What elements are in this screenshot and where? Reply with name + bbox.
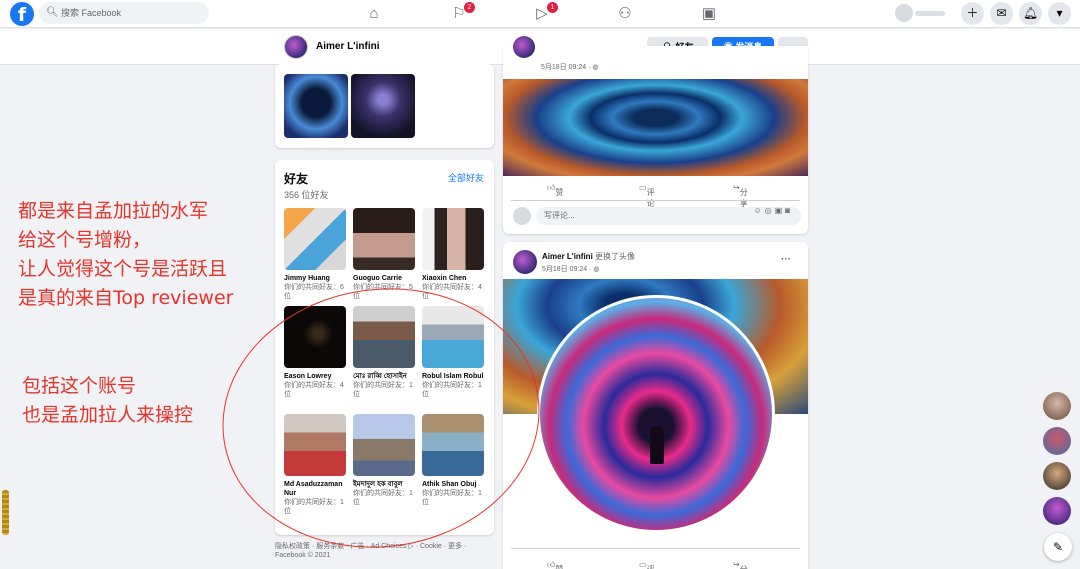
footer-copyright: Facebook © 2021: [275, 552, 331, 559]
annotation-line: 给这个号增粉，: [18, 229, 152, 251]
profile-avatar[interactable]: [284, 35, 308, 59]
post-card: Aimer L'infini 更换了头像 5月18日 09:24 · ◍ ···…: [503, 242, 808, 569]
contact-avatar[interactable]: [1043, 392, 1071, 420]
like-button[interactable]: 👍︎ 赞: [547, 183, 563, 197]
emoji-camera-gif-sticker-icons[interactable]: ☺◎▣◙: [753, 206, 793, 215]
friend-item[interactable]: Xiaoxin Chen 你们的共同好友：4 位: [422, 208, 486, 301]
profile-name-placeholder: [915, 11, 945, 16]
contact-avatar[interactable]: [1043, 462, 1071, 490]
avatar: [895, 4, 913, 22]
home-icon[interactable]: ⌂: [364, 4, 384, 24]
annotation-line: 包括这个账号: [22, 375, 137, 397]
annotation-line: 都是来自孟加拉的水军: [18, 200, 209, 222]
post-author-line: Aimer L'infini 更换了头像: [542, 251, 635, 262]
like-label: 赞: [555, 564, 563, 569]
post-action-text: 更换了头像: [595, 252, 636, 261]
photo-thumbnail[interactable]: [351, 74, 415, 138]
watch-video-icon[interactable]: ▷ 1: [532, 2, 558, 24]
scrollbar[interactable]: [2, 490, 9, 535]
comment-button[interactable]: ▭ 评论: [639, 183, 655, 208]
profile-name[interactable]: Aimer L'infini: [316, 41, 380, 52]
post-author-avatar[interactable]: [513, 250, 537, 274]
divider: [511, 548, 800, 549]
profile-picture[interactable]: [537, 295, 775, 533]
friend-photo: [353, 208, 415, 270]
post-timestamp[interactable]: 5月18日 09:24 · ◍: [541, 62, 598, 72]
post-author-name[interactable]: Aimer L'infini: [542, 252, 593, 261]
person-silhouette: [650, 426, 664, 464]
annotation-line: 是真的来自Top reviewer: [18, 287, 234, 309]
share-label: 分享: [740, 564, 748, 569]
friend-photo: [422, 208, 484, 270]
contact-avatar[interactable]: [1043, 427, 1071, 455]
groups-icon[interactable]: ⚇: [615, 4, 635, 24]
annotation-text: 都是来自孟加拉的水军 给这个号增粉， 让人觉得这个号是活跃且 是真的来自Top …: [18, 197, 233, 313]
like-label: 赞: [555, 188, 564, 197]
top-navbar: f 🔍︎ 搜索 Facebook ⌂ ⚐ 2 ▷ 1 ⚇ ▣ ＋ ✉ 🔔︎ ▾: [0, 0, 1080, 28]
avatar: [513, 207, 531, 225]
friends-count: 356 位好友: [284, 190, 329, 200]
new-message-edit-icon[interactable]: ✎: [1044, 533, 1072, 561]
pages-badge: 2: [464, 2, 475, 13]
post-author-avatar[interactable]: [513, 36, 535, 58]
watch-badge: 1: [547, 2, 558, 13]
facebook-logo-icon[interactable]: f: [10, 2, 34, 26]
share-button[interactable]: ↪ 分享: [733, 183, 748, 208]
search-placeholder: 搜索 Facebook: [61, 8, 122, 18]
friends-title: 好友: [284, 172, 309, 186]
contact-avatar[interactable]: [1043, 497, 1071, 525]
notifications-bell-icon[interactable]: 🔔︎: [1019, 2, 1042, 25]
comment-label: 评论: [647, 564, 655, 569]
create-plus-icon[interactable]: ＋: [961, 2, 984, 25]
post-actions: 👍︎ 赞 ▭ 评论 ↪ 分享: [503, 556, 808, 569]
share-button[interactable]: ↪ 分享: [733, 560, 748, 569]
friend-item[interactable]: Jimmy Huang 你们的共同好友：6 位: [284, 208, 348, 301]
like-button[interactable]: 👍︎ 赞: [547, 560, 563, 569]
friend-name: Jimmy Huang: [284, 275, 330, 282]
gaming-icon[interactable]: ▣: [699, 4, 719, 24]
divider: [511, 200, 800, 201]
friend-item[interactable]: Guoguo Carrie 你们的共同好友：5 位: [353, 208, 417, 301]
comment-button[interactable]: ▭ 评论: [639, 560, 655, 569]
annotation-text: 包括这个账号 也是孟加拉人来操控: [22, 372, 193, 430]
photos-card: [275, 64, 494, 148]
account-menu-chevron-down-icon[interactable]: ▾: [1048, 2, 1071, 25]
post-actions: 👍︎ 赞 ▭ 评论 ↪ 分享: [503, 179, 808, 208]
friend-name: Xiaoxin Chen: [422, 275, 467, 282]
friend-name: Guoguo Carrie: [353, 275, 403, 282]
profile-shortcut[interactable]: [895, 4, 949, 22]
post-more-icon[interactable]: ···: [781, 254, 791, 265]
friend-photo: [284, 208, 346, 270]
search-input[interactable]: 🔍︎ 搜索 Facebook: [39, 2, 209, 24]
post-timestamp[interactable]: 5月18日 09:24 · ◍: [542, 264, 599, 274]
comment-composer[interactable]: 写评论... ☺◎▣◙: [511, 206, 801, 226]
annotation-line: 让人觉得这个号是活跃且: [18, 258, 228, 280]
messenger-icon[interactable]: ✉: [990, 2, 1013, 25]
search-icon: 🔍︎: [46, 7, 59, 18]
annotation-line: 也是孟加拉人来操控: [22, 404, 194, 426]
see-all-friends-link[interactable]: 全部好友: [448, 171, 484, 184]
flag-pages-icon[interactable]: ⚐ 2: [449, 2, 475, 24]
post-card: 5月18日 09:24 · ◍ 👍︎ 赞 ▭ 评论 ↪ 分享 写评论... ☺◎…: [503, 36, 808, 234]
post-image[interactable]: [503, 79, 808, 176]
photo-thumbnail[interactable]: [284, 74, 348, 138]
